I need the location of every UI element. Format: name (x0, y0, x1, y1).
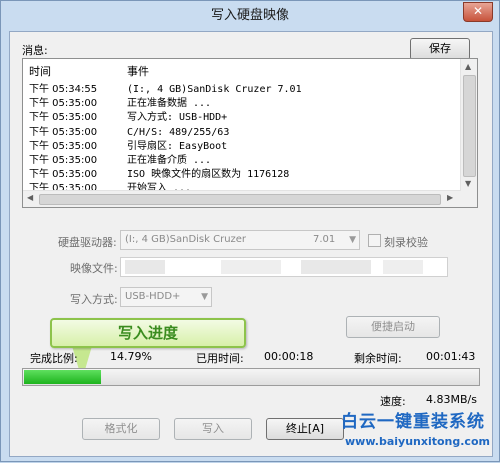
write-progress-bar (22, 368, 480, 386)
log-row[interactable]: 下午 05:35:00 引导扇区: EasyBoot (23, 140, 463, 154)
log-row-time: 下午 05:35:00 (29, 98, 98, 110)
write-mode-value: USB-HDD+ (125, 291, 181, 302)
complete-ratio-label: 完成比例: (30, 352, 78, 365)
log-row-event: 正在准备介质 ... (127, 154, 212, 166)
write-mode-select[interactable]: USB-HDD+ ▼ (120, 287, 212, 307)
progress-annotation: 写入进度 (50, 318, 246, 348)
remaining-time: 00:01:43 (426, 350, 476, 363)
image-file-field[interactable] (120, 257, 448, 277)
drive-label: 硬盘驱动器: (58, 236, 117, 249)
dialog-body: 消息: 保存 时间 事件 下午 05:34:55 (I:, 4 GB)SanDis… (9, 31, 493, 457)
log-row-event: C/H/S: 489/255/63 (127, 126, 230, 138)
scroll-corner (461, 191, 477, 207)
verify-label: 刻录校验 (384, 236, 428, 249)
log-row-time: 下午 05:35:00 (29, 169, 98, 181)
quick-boot-button[interactable]: 便捷启动 (346, 316, 440, 338)
message-log[interactable]: 时间 事件 下午 05:34:55 (I:, 4 GB)SanDisk Cruze… (22, 58, 478, 208)
image-file-label: 映像文件: (70, 262, 118, 275)
horizontal-scrollbar[interactable]: ◀ ▶ (23, 190, 461, 207)
write-mode-label: 写入方式: (70, 293, 118, 306)
verify-checkbox[interactable] (368, 234, 381, 247)
scroll-right-icon[interactable]: ▶ (447, 193, 453, 202)
log-row-time: 下午 05:35:00 (29, 126, 98, 138)
log-row-event: ISO 映像文件的扇区数为 1176128 (127, 169, 290, 181)
close-icon: ✕ (472, 4, 484, 18)
scroll-up-icon[interactable]: ▲ (465, 62, 471, 71)
log-header: 时间 事件 (23, 63, 463, 78)
elapsed-label: 已用时间: (196, 352, 244, 365)
messages-label: 消息: (22, 44, 48, 57)
log-row[interactable]: 下午 05:34:55 (I:, 4 GB)SanDisk Cruzer 7.01 (23, 83, 463, 97)
watermark-url: www.baiyunxitong.com (345, 435, 490, 448)
log-row-time: 下午 05:35:00 (29, 154, 98, 166)
complete-percent: 14.79% (110, 350, 152, 363)
elapsed-time: 00:00:18 (264, 350, 314, 363)
column-event: 事件 (127, 65, 149, 78)
drive-value: (I:, 4 GB)SanDisk Cruzer (125, 234, 247, 245)
log-row-event: (I:, 4 GB)SanDisk Cruzer 7.01 (127, 84, 302, 95)
drive-version: 7.01 (313, 234, 336, 245)
log-row[interactable]: 下午 05:35:00 写入方式: USB-HDD+ (23, 111, 463, 125)
format-button[interactable]: 格式化 (82, 418, 160, 440)
watermark-logo: 白云一键重装系统 www.baiyunxitong.com (331, 405, 500, 463)
log-row-time: 下午 05:35:00 (29, 112, 98, 124)
write-disk-image-window: 写入硬盘映像 ✕ 消息: 保存 时间 事件 下午 05:34:55 (I:, 4 … (0, 0, 500, 462)
log-row[interactable]: 下午 05:35:00 正在准备数据 ... (23, 97, 463, 111)
write-button[interactable]: 写入 (174, 418, 252, 440)
scroll-down-icon[interactable]: ▼ (465, 179, 471, 188)
blurred-path (125, 260, 165, 274)
window-title: 写入硬盘映像 (210, 8, 289, 23)
log-row-time: 下午 05:35:00 (29, 140, 98, 152)
column-time: 时间 (29, 65, 51, 78)
progress-fill (24, 370, 101, 384)
blurred-path (301, 260, 371, 274)
blurred-path (221, 260, 281, 274)
chevron-down-icon: ▼ (349, 235, 356, 245)
save-button[interactable]: 保存 (410, 38, 470, 60)
log-row-event: 写入方式: USB-HDD+ (127, 112, 228, 124)
log-row-event: 正在准备数据 ... (127, 98, 212, 110)
log-row[interactable]: 下午 05:35:00 ISO 映像文件的扇区数为 1176128 (23, 168, 463, 182)
blurred-path (383, 260, 423, 274)
log-row[interactable]: 下午 05:35:00 C/H/S: 489/255/63 (23, 126, 463, 140)
log-row-event: 引导扇区: EasyBoot (127, 140, 228, 152)
horizontal-scroll-thumb[interactable] (39, 194, 441, 205)
chevron-down-icon: ▼ (201, 292, 208, 302)
close-button[interactable]: ✕ (463, 2, 493, 22)
watermark-title: 白云一键重装系统 (341, 412, 485, 432)
log-rows: 下午 05:34:55 (I:, 4 GB)SanDisk Cruzer 7.01… (23, 83, 463, 197)
scroll-left-icon[interactable]: ◀ (27, 193, 33, 202)
log-row[interactable]: 下午 05:35:00 正在准备介质 ... (23, 154, 463, 168)
vertical-scrollbar[interactable]: ▲ ▼ (460, 59, 477, 191)
log-row-time: 下午 05:34:55 (29, 84, 98, 95)
drive-select[interactable]: (I:, 4 GB)SanDisk Cruzer 7.01 ▼ (120, 230, 360, 250)
vertical-scroll-thumb[interactable] (463, 75, 476, 177)
remaining-label: 剩余时间: (354, 352, 402, 365)
